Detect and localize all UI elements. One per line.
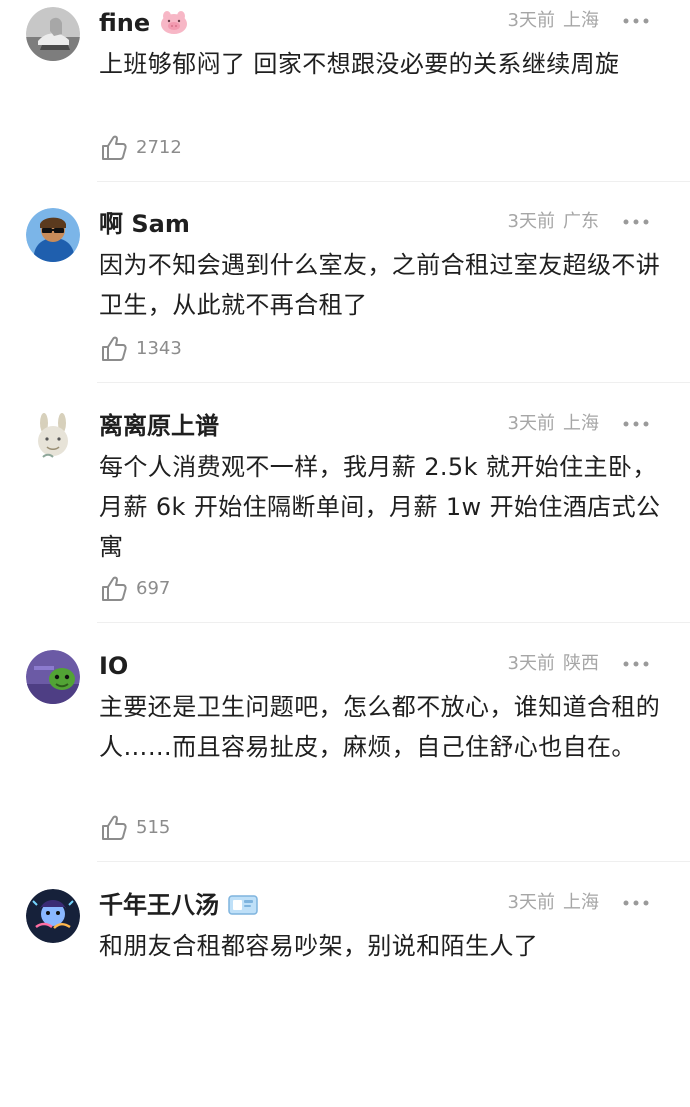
more-options-button[interactable] <box>622 10 650 32</box>
thumbs-up-icon <box>100 134 128 162</box>
avatar-image <box>26 208 80 262</box>
time-ago: 3天前 <box>507 211 555 232</box>
like-count: 2712 <box>136 137 182 158</box>
more-icon <box>623 18 649 24</box>
comment-text: 因为不知会遇到什么室友，之前合租过室友超级不讲卫生，从此就不再合租了 <box>99 251 661 319</box>
more-icon <box>623 421 649 427</box>
comment-meta: 3天前 上海 <box>508 9 599 33</box>
more-icon <box>623 661 649 667</box>
avatar-image <box>26 410 80 464</box>
username[interactable]: IO <box>99 651 128 681</box>
user-avatar[interactable] <box>26 410 80 464</box>
more-options-button[interactable] <box>622 653 650 675</box>
like-count: 1343 <box>136 338 182 359</box>
time-ago: 3天前 <box>507 653 555 674</box>
username-row: 离离原上谱 <box>99 411 219 441</box>
username-row: fine <box>99 8 190 38</box>
divider <box>97 181 690 182</box>
thumbs-up-icon <box>100 814 128 842</box>
like-count: 697 <box>136 578 171 599</box>
more-options-button[interactable] <box>622 413 650 435</box>
divider <box>97 622 690 623</box>
comment-item: 千年王八汤 3天前 上海 和朋友合租都容易吵架，别说和陌生人了 <box>0 882 690 1107</box>
more-icon <box>623 900 649 906</box>
like-count: 515 <box>136 817 171 838</box>
username[interactable]: 千年王八汤 <box>99 890 219 920</box>
more-options-button[interactable] <box>622 892 650 914</box>
location: 上海 <box>563 892 599 913</box>
like-button[interactable]: 2712 <box>100 134 182 162</box>
time-ago: 3天前 <box>507 413 555 434</box>
like-button[interactable]: 697 <box>100 575 170 603</box>
divider <box>97 382 690 383</box>
username[interactable]: fine <box>99 8 150 38</box>
comment-text: 和朋友合租都容易吵架，别说和陌生人了 <box>99 932 539 960</box>
comment-text: 主要还是卫生问题吧，怎么都不放心，谁知道合租的人……而且容易扯皮，麻烦，自己住舒… <box>99 693 661 761</box>
avatar-image <box>26 650 80 704</box>
more-icon <box>623 219 649 225</box>
avatar-image <box>26 7 80 61</box>
comment-text: 每个人消费观不一样，我月薪 2.5k 就开始住主卧，月薪 6k 开始住隔断单间，… <box>99 453 661 561</box>
card-badge-icon <box>227 892 259 918</box>
comment-meta: 3天前 陕西 <box>508 652 599 676</box>
more-options-button[interactable] <box>622 211 650 233</box>
user-avatar[interactable] <box>26 650 80 704</box>
location: 上海 <box>563 413 599 434</box>
comment-meta: 3天前 上海 <box>508 891 599 915</box>
username[interactable]: 啊 Sam <box>99 209 190 239</box>
divider <box>97 861 690 862</box>
thumbs-up-icon <box>100 575 128 603</box>
pig-badge-icon <box>158 10 190 36</box>
username-row: IO <box>99 651 128 681</box>
location: 上海 <box>563 10 599 31</box>
like-button[interactable]: 515 <box>100 814 170 842</box>
location: 广东 <box>563 211 599 232</box>
comment-item: IO 3天前 陕西 主要还是卫生问题吧，怎么都不放心，谁知道合租的人……而且容易… <box>0 643 690 868</box>
comment-text: 上班够郁闷了 回家不想跟没必要的关系继续周旋 <box>99 50 620 78</box>
thumbs-up-icon <box>100 335 128 363</box>
username-row: 啊 Sam <box>99 209 190 239</box>
comment-meta: 3天前 广东 <box>508 210 599 234</box>
comment-meta: 3天前 上海 <box>508 412 599 436</box>
time-ago: 3天前 <box>507 10 555 31</box>
user-avatar[interactable] <box>26 7 80 61</box>
like-button[interactable]: 1343 <box>100 335 182 363</box>
username[interactable]: 离离原上谱 <box>99 411 219 441</box>
comment-item: fine 3天前 上海 上班够郁闷了 回家不想跟没必要的关系继续周旋 2712 <box>0 0 690 225</box>
avatar-image <box>26 889 80 943</box>
time-ago: 3天前 <box>507 892 555 913</box>
comment-item: 离离原上谱 3天前 上海 每个人消费观不一样，我月薪 2.5k 就开始住主卧，月… <box>0 403 690 628</box>
username-row: 千年王八汤 <box>99 890 259 920</box>
comment-item: 啊 Sam 3天前 广东 因为不知会遇到什么室友，之前合租过室友超级不讲卫生，从… <box>0 201 690 426</box>
user-avatar[interactable] <box>26 889 80 943</box>
location: 陕西 <box>563 653 599 674</box>
user-avatar[interactable] <box>26 208 80 262</box>
